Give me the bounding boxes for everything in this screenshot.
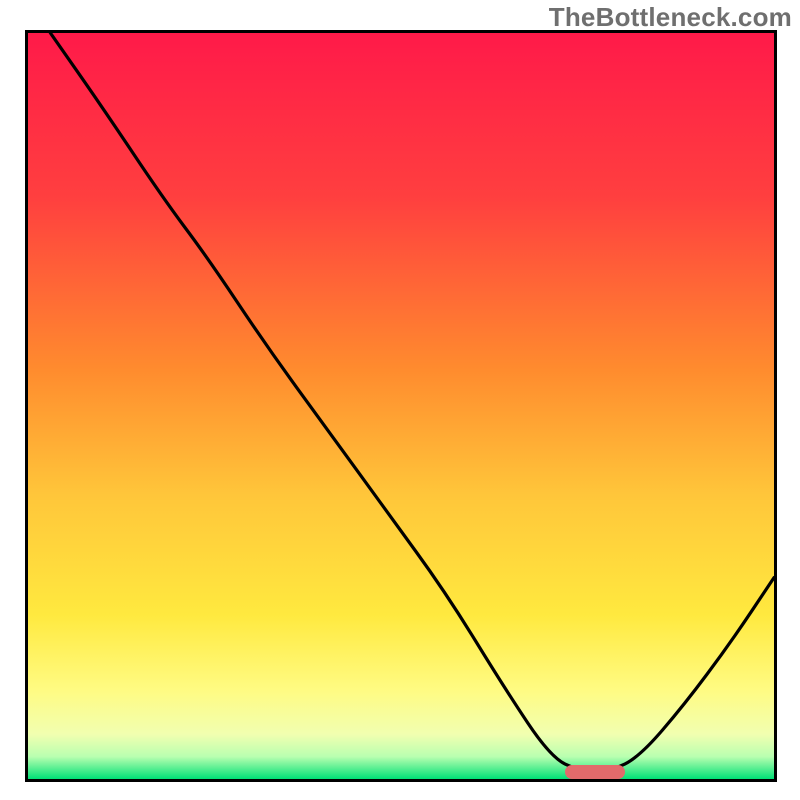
chart-gradient-background <box>28 33 774 779</box>
chart-plot-area <box>25 30 777 782</box>
watermark-text: TheBottleneck.com <box>549 2 792 33</box>
optimum-marker <box>565 765 625 779</box>
chart-curve <box>28 33 774 779</box>
